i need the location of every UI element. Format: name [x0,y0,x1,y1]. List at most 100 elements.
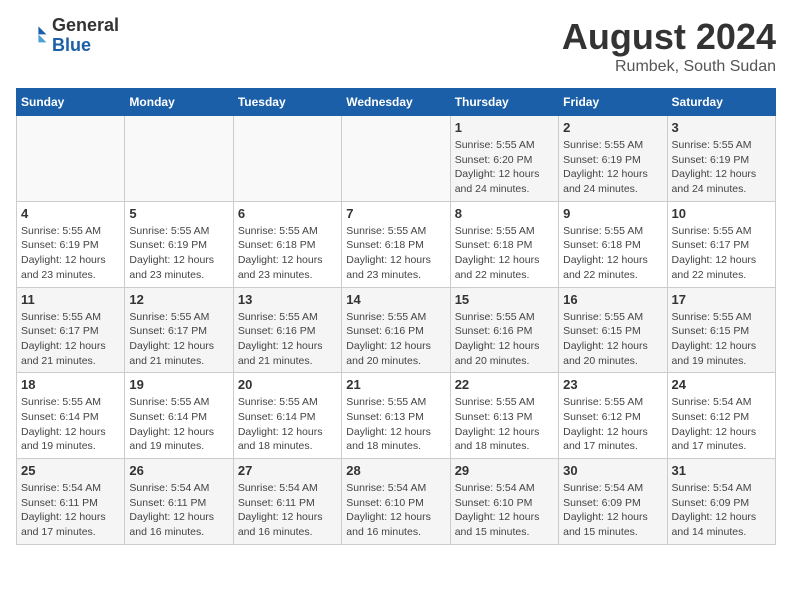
day-cell: 20Sunrise: 5:55 AMSunset: 6:14 PMDayligh… [233,373,341,459]
day-number: 16 [563,292,662,307]
calendar-body: 1 Sunrise: 5:55 AMSunset: 6:20 PMDaylight… [17,116,776,545]
day-detail: Sunrise: 5:55 AMSunset: 6:19 PMDaylight:… [672,138,771,197]
day-cell: 11Sunrise: 5:55 AMSunset: 6:17 PMDayligh… [17,287,125,373]
day-number: 18 [21,377,120,392]
day-number: 28 [346,463,445,478]
day-detail: Sunrise: 5:54 AMSunset: 6:10 PMDaylight:… [455,481,554,540]
day-detail: Sunrise: 5:55 AMSunset: 6:16 PMDaylight:… [238,310,337,369]
location: Rumbek, South Sudan [562,58,776,76]
day-cell [233,116,341,202]
day-detail: Sunrise: 5:55 AMSunset: 6:19 PMDaylight:… [563,138,662,197]
day-number: 30 [563,463,662,478]
day-detail: Sunrise: 5:55 AMSunset: 6:12 PMDaylight:… [563,395,662,454]
day-number: 22 [455,377,554,392]
day-detail: Sunrise: 5:55 AMSunset: 6:16 PMDaylight:… [346,310,445,369]
day-number: 31 [672,463,771,478]
day-cell: 12 Sunrise: 5:55 AMSunset: 6:17 PMDayligh… [125,287,233,373]
day-cell: 25Sunrise: 5:54 AMSunset: 6:11 PMDayligh… [17,459,125,545]
day-cell: 29Sunrise: 5:54 AMSunset: 6:10 PMDayligh… [450,459,558,545]
logo-general-text: General [52,16,119,36]
day-number: 7 [346,206,445,221]
logo: General Blue [16,16,119,56]
day-number: 27 [238,463,337,478]
day-number: 11 [21,292,120,307]
logo-icon [16,20,48,52]
day-cell: 10 Sunrise: 5:55 AMSunset: 6:17 PMDayligh… [667,201,775,287]
day-number: 10 [672,206,771,221]
day-number: 15 [455,292,554,307]
weekday-header-friday: Friday [559,89,667,116]
day-cell: 18 Sunrise: 5:55 AMSunset: 6:14 PMDayligh… [17,373,125,459]
day-cell: 15 Sunrise: 5:55 AMSunset: 6:16 PMDayligh… [450,287,558,373]
day-cell: 27 Sunrise: 5:54 AMSunset: 6:11 PMDayligh… [233,459,341,545]
day-detail: Sunrise: 5:55 AMSunset: 6:18 PMDaylight:… [563,224,662,283]
day-detail: Sunrise: 5:55 AMSunset: 6:20 PMDaylight:… [455,138,554,197]
day-detail: Sunrise: 5:54 AMSunset: 6:09 PMDaylight:… [672,481,771,540]
week-row-5: 25Sunrise: 5:54 AMSunset: 6:11 PMDayligh… [17,459,776,545]
day-detail: Sunrise: 5:54 AMSunset: 6:10 PMDaylight:… [346,481,445,540]
day-detail: Sunrise: 5:54 AMSunset: 6:11 PMDaylight:… [21,481,120,540]
day-detail: Sunrise: 5:55 AMSunset: 6:15 PMDaylight:… [672,310,771,369]
day-cell [342,116,450,202]
day-cell: 30 Sunrise: 5:54 AMSunset: 6:09 PMDayligh… [559,459,667,545]
day-cell: 28 Sunrise: 5:54 AMSunset: 6:10 PMDayligh… [342,459,450,545]
day-cell: 4Sunrise: 5:55 AMSunset: 6:19 PMDaylight… [17,201,125,287]
day-detail: Sunrise: 5:55 AMSunset: 6:17 PMDaylight:… [129,310,228,369]
calendar-header: SundayMondayTuesdayWednesdayThursdayFrid… [17,89,776,116]
calendar: SundayMondayTuesdayWednesdayThursdayFrid… [16,88,776,545]
day-cell: 19Sunrise: 5:55 AMSunset: 6:14 PMDayligh… [125,373,233,459]
weekday-header-sunday: Sunday [17,89,125,116]
day-cell: 14 Sunrise: 5:55 AMSunset: 6:16 PMDayligh… [342,287,450,373]
day-detail: Sunrise: 5:54 AMSunset: 6:09 PMDaylight:… [563,481,662,540]
day-number: 14 [346,292,445,307]
day-cell: 3 Sunrise: 5:55 AMSunset: 6:19 PMDaylight… [667,116,775,202]
day-number: 3 [672,120,771,135]
day-detail: Sunrise: 5:55 AMSunset: 6:18 PMDaylight:… [346,224,445,283]
day-number: 26 [129,463,228,478]
day-cell [125,116,233,202]
day-cell [17,116,125,202]
day-cell: 9Sunrise: 5:55 AMSunset: 6:18 PMDaylight… [559,201,667,287]
day-detail: Sunrise: 5:55 AMSunset: 6:14 PMDaylight:… [129,395,228,454]
week-row-4: 18 Sunrise: 5:55 AMSunset: 6:14 PMDayligh… [17,373,776,459]
day-cell: 26Sunrise: 5:54 AMSunset: 6:11 PMDayligh… [125,459,233,545]
day-number: 13 [238,292,337,307]
day-detail: Sunrise: 5:55 AMSunset: 6:17 PMDaylight:… [672,224,771,283]
day-number: 17 [672,292,771,307]
day-detail: Sunrise: 5:55 AMSunset: 6:19 PMDaylight:… [21,224,120,283]
day-cell: 2Sunrise: 5:55 AMSunset: 6:19 PMDaylight… [559,116,667,202]
day-number: 8 [455,206,554,221]
header: General Blue August 2024 Rumbek, South S… [16,16,776,76]
week-row-1: 1 Sunrise: 5:55 AMSunset: 6:20 PMDaylight… [17,116,776,202]
day-detail: Sunrise: 5:55 AMSunset: 6:13 PMDaylight:… [346,395,445,454]
day-cell: 6Sunrise: 5:55 AMSunset: 6:18 PMDaylight… [233,201,341,287]
weekday-header-thursday: Thursday [450,89,558,116]
weekday-header-monday: Monday [125,89,233,116]
day-number: 23 [563,377,662,392]
day-detail: Sunrise: 5:55 AMSunset: 6:16 PMDaylight:… [455,310,554,369]
week-row-2: 4Sunrise: 5:55 AMSunset: 6:19 PMDaylight… [17,201,776,287]
day-number: 1 [455,120,554,135]
day-number: 6 [238,206,337,221]
weekday-header-wednesday: Wednesday [342,89,450,116]
day-cell: 22Sunrise: 5:55 AMSunset: 6:13 PMDayligh… [450,373,558,459]
day-detail: Sunrise: 5:55 AMSunset: 6:18 PMDaylight:… [455,224,554,283]
day-cell: 13 Sunrise: 5:55 AMSunset: 6:16 PMDayligh… [233,287,341,373]
day-detail: Sunrise: 5:55 AMSunset: 6:15 PMDaylight:… [563,310,662,369]
logo-blue-text: Blue [52,36,119,56]
day-detail: Sunrise: 5:55 AMSunset: 6:14 PMDaylight:… [21,395,120,454]
day-detail: Sunrise: 5:54 AMSunset: 6:12 PMDaylight:… [672,395,771,454]
day-cell: 23 Sunrise: 5:55 AMSunset: 6:12 PMDayligh… [559,373,667,459]
day-number: 12 [129,292,228,307]
day-cell: 5 Sunrise: 5:55 AMSunset: 6:19 PMDaylight… [125,201,233,287]
day-cell: 21Sunrise: 5:55 AMSunset: 6:13 PMDayligh… [342,373,450,459]
weekday-header-row: SundayMondayTuesdayWednesdayThursdayFrid… [17,89,776,116]
weekday-header-saturday: Saturday [667,89,775,116]
day-detail: Sunrise: 5:55 AMSunset: 6:19 PMDaylight:… [129,224,228,283]
day-cell: 7 Sunrise: 5:55 AMSunset: 6:18 PMDaylight… [342,201,450,287]
day-cell: 16 Sunrise: 5:55 AMSunset: 6:15 PMDayligh… [559,287,667,373]
day-cell: 8 Sunrise: 5:55 AMSunset: 6:18 PMDaylight… [450,201,558,287]
month-year: August 2024 [562,16,776,58]
day-number: 5 [129,206,228,221]
day-detail: Sunrise: 5:54 AMSunset: 6:11 PMDaylight:… [238,481,337,540]
